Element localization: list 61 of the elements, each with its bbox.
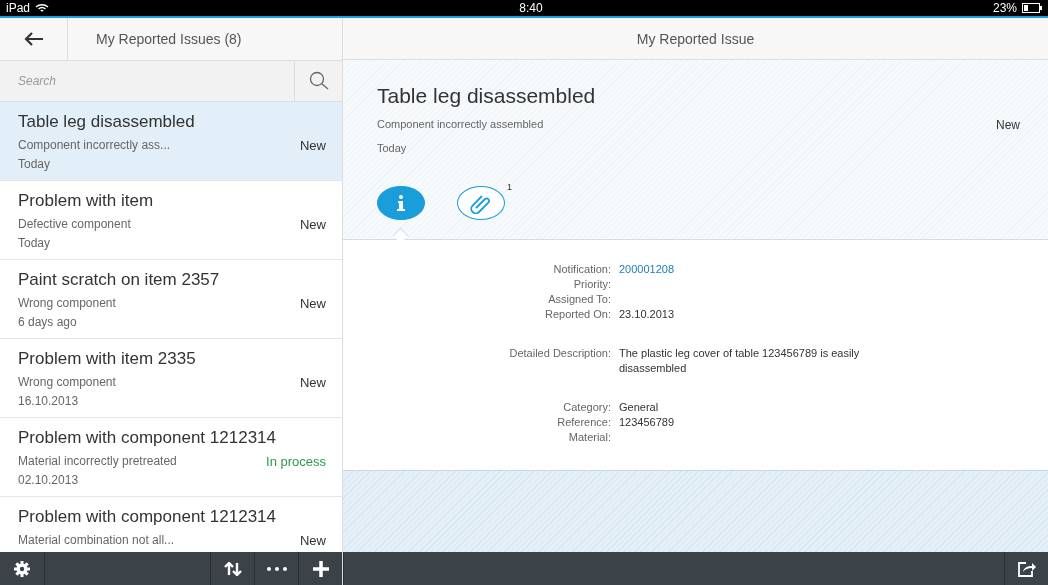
settings-icon: [14, 560, 30, 577]
share-icon: [1017, 560, 1036, 577]
issue-category: Material combination not all...: [18, 533, 175, 548]
field-label: Category:: [562, 400, 612, 415]
issue-date: 16.10.2013: [18, 394, 80, 408]
search-icon: [308, 71, 329, 91]
issue-category: Material incorrectly pretreated: [18, 454, 177, 469]
wifi-icon: [35, 3, 50, 13]
issue-status: New: [300, 138, 326, 153]
issue-status: New: [300, 296, 326, 311]
issue-category: Component incorrectly assembled: [377, 118, 544, 132]
issue-category: Wrong component: [18, 296, 116, 311]
icon-tab[interactable]: [457, 186, 505, 220]
issue-date: Today: [377, 142, 408, 154]
device-name: iPad: [6, 1, 31, 15]
issue-category: Defective component: [18, 217, 131, 232]
issue-title: Problem with item 2335: [18, 349, 197, 369]
detail-title: My Reported Issue: [636, 30, 755, 47]
issue-title: Problem with component 1212314: [18, 428, 277, 448]
field-value: The plastic leg cover of table 123456789 is easily disassembled: [619, 346, 861, 376]
issue-date: 02.10.2013: [18, 473, 80, 487]
info-icon: [397, 195, 405, 211]
issue-date: Today: [18, 157, 52, 171]
battery-icon: [1022, 3, 1042, 13]
attachment-count: 1: [507, 182, 512, 194]
notification-link[interactable]: 200001208: [619, 262, 914, 277]
plus-icon: [312, 560, 329, 577]
field-label: Assigned To:: [547, 292, 612, 307]
more-icon: [266, 566, 287, 571]
issue-status: New: [996, 118, 1020, 132]
issue-list-item[interactable]: Table leg disassembled Component incorrectly ass... New Today: [0, 102, 342, 181]
issue-date: 6 days ago: [18, 315, 78, 329]
sort-icon: [223, 561, 242, 576]
search-field[interactable]: Search: [0, 61, 294, 101]
field-label: Priority:: [572, 277, 612, 292]
issue-status: New: [300, 375, 326, 390]
search-bar[interactable]: Search: [0, 61, 342, 102]
field-label: Notification:: [552, 262, 612, 277]
field-label: Reported On:: [543, 307, 612, 322]
issue-category: Component incorrectly ass...: [18, 138, 171, 153]
master-title: My Reported Issues (8): [96, 31, 242, 47]
issue-category: Wrong component: [18, 375, 116, 390]
issue-status: In process: [266, 454, 326, 469]
field-label: Detailed Description:: [508, 346, 612, 361]
field-value: 23.10.2013: [619, 307, 676, 322]
issue-date: Today: [18, 236, 52, 250]
issue-title: Table leg disassembled: [18, 112, 196, 132]
back-arrow-icon: [23, 32, 44, 46]
issue-title: Paint scratch on item 2357: [18, 270, 221, 290]
battery-percent: 23%: [992, 1, 1017, 15]
icon-tab[interactable]: [377, 186, 425, 220]
field-value: General: [619, 400, 660, 415]
field-value: 123456789: [619, 415, 676, 430]
issue-status: New: [300, 217, 326, 232]
issue-title: Problem with item: [18, 191, 155, 211]
issue-status: New: [300, 533, 326, 548]
issue-title: Problem with component 1212314: [18, 507, 277, 527]
field-label: Material:: [567, 430, 612, 445]
issue-heading: Table leg disassembled: [377, 84, 597, 108]
field-label: Reference:: [556, 415, 612, 430]
clock-time: 8:40: [518, 1, 544, 15]
